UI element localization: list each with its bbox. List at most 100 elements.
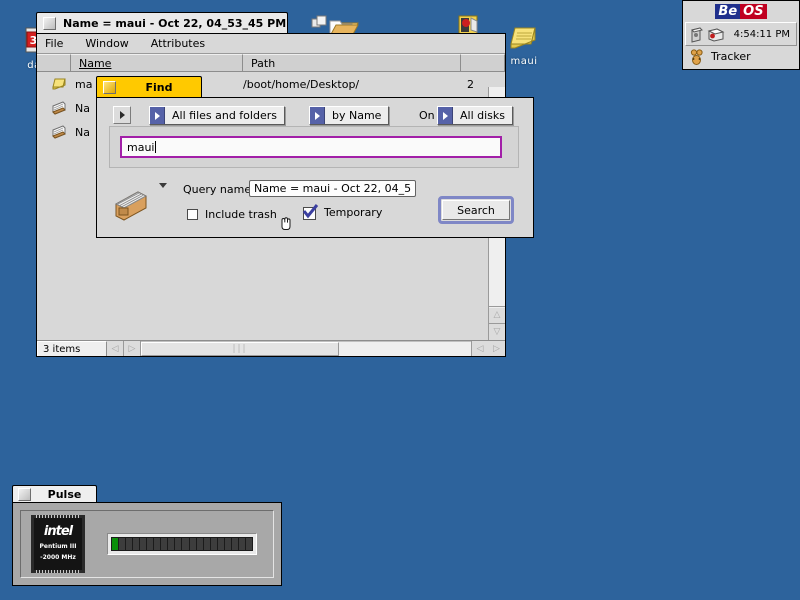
deskbar-app-label: Tracker <box>711 49 751 63</box>
window-close-icon[interactable] <box>18 487 31 501</box>
cpu-meter-segment <box>112 538 119 550</box>
search-field-group: maui <box>109 126 519 168</box>
hscroll-left-button[interactable]: ◁ <box>107 341 124 356</box>
tracker-title-tab[interactable]: Name = maui - Oct 22, 04_53_45 PM <box>36 12 288 33</box>
checkbox-box[interactable] <box>302 204 319 220</box>
row-name: ma <box>75 77 93 91</box>
scroll-up-button[interactable]: △ <box>489 306 505 324</box>
cpu-meter-segment <box>189 538 196 550</box>
volume-popup-label: All disks <box>460 109 506 122</box>
tracker-statusbar: 3 items ◁ ▷ ||| ◁ ▷ <box>37 340 505 356</box>
cpu-meter-segment <box>245 538 252 550</box>
horizontal-scrollbar[interactable]: ||| <box>141 341 471 356</box>
pulse-window[interactable]: Pulse intel Pentium III -2000 MHz <box>12 485 282 586</box>
checkbox-box[interactable] <box>187 209 198 220</box>
horizontal-scroll-thumb[interactable]: ||| <box>141 342 339 356</box>
cpu-meter-segment <box>161 538 168 550</box>
include-trash-checkbox[interactable]: Include trash <box>187 208 277 221</box>
search-input-value: maui <box>127 140 155 154</box>
cpu-meter-segment <box>217 538 224 550</box>
target-popup[interactable]: All files and folders <box>149 106 285 125</box>
zoom-icon <box>311 15 327 28</box>
cpu-model-label: Pentium III <box>39 543 77 550</box>
cpu-meter-segment <box>238 538 245 550</box>
tracker-column-headers[interactable]: Name Path <box>37 54 505 72</box>
column-header-icon[interactable] <box>37 54 71 71</box>
expander-toggle[interactable] <box>159 183 167 201</box>
cpu-usage-meter <box>107 533 257 555</box>
find-title-tab[interactable]: Find <box>96 76 202 97</box>
cpu-meter-bars <box>111 537 253 551</box>
volume-popup[interactable]: All disks <box>437 106 514 125</box>
find-titlebar[interactable]: Find <box>96 76 534 97</box>
column-header-name-label: Name <box>79 56 112 70</box>
beos-logo[interactable]: Be OS <box>683 1 799 22</box>
menu-window[interactable]: Window <box>85 37 128 50</box>
cpu-meter-segment <box>168 538 175 550</box>
tracker-titlebar[interactable]: Name = maui - Oct 22, 04_53_45 PM <box>36 12 506 33</box>
column-header-name[interactable]: Name <box>71 54 243 71</box>
cpu-meter-segment <box>182 538 189 550</box>
pulse-body: intel Pentium III -2000 MHz <box>12 502 282 586</box>
chevron-right-icon <box>438 107 453 124</box>
window-close-icon[interactable] <box>103 80 116 94</box>
include-trash-label: Include trash <box>205 208 277 221</box>
find-body: All files and folders by Name On All dis… <box>96 97 534 238</box>
query-name-input[interactable]: Name = maui - Oct 22, 04_5 <box>249 180 417 197</box>
pulse-title-tab[interactable]: Pulse <box>12 485 97 502</box>
chevron-right-icon <box>310 107 325 124</box>
search-input[interactable]: maui <box>120 136 502 158</box>
find-dialog[interactable]: Find All files and folders by Name On Al… <box>96 76 534 238</box>
query-box-icon <box>111 186 151 227</box>
row-name: Na <box>75 125 90 139</box>
document-icon <box>510 27 536 49</box>
deskbar-app-tracker[interactable]: Tracker <box>683 46 799 66</box>
cpu-speed-label: -2000 MHz <box>40 554 76 561</box>
chevron-right-icon <box>150 107 165 124</box>
cpu-meter-segment <box>119 538 126 550</box>
cpu-chip-icon: intel Pentium III -2000 MHz <box>31 515 85 573</box>
mouse-cursor <box>278 214 292 230</box>
hscroll-right-button-2[interactable]: ▷ <box>488 341 505 356</box>
temporary-checkbox[interactable]: Temporary <box>302 204 383 220</box>
on-label: On <box>419 109 435 122</box>
query-name-label: Query name: <box>183 183 255 196</box>
search-button[interactable]: Search <box>438 196 514 224</box>
checkmark-icon <box>302 204 319 219</box>
logo-be: Be <box>715 4 741 19</box>
document-icon <box>52 78 66 90</box>
cpu-vendor-label: intel <box>43 524 73 539</box>
cpu-meter-segment <box>231 538 238 550</box>
menu-file[interactable]: File <box>45 37 63 50</box>
window-close-icon[interactable] <box>43 16 56 30</box>
hscroll-left-button-2[interactable]: ◁ <box>471 341 488 356</box>
column-header-extra[interactable] <box>461 54 505 71</box>
find-mode-button[interactable] <box>113 106 131 124</box>
cpu-meter-segment <box>196 538 203 550</box>
cpu-meter-segment <box>140 538 147 550</box>
hscroll-right-button[interactable]: ▷ <box>124 341 141 356</box>
row-name: Na <box>75 101 90 115</box>
find-title: Find <box>145 80 173 94</box>
pulse-title: Pulse <box>47 487 82 501</box>
chevron-down-icon <box>159 183 167 201</box>
clock[interactable]: 4:54:11 PM <box>734 29 793 40</box>
method-popup[interactable]: by Name <box>309 106 390 125</box>
scroll-down-button[interactable]: ▽ <box>489 324 505 340</box>
cpu-meter-segment <box>126 538 133 550</box>
deskbar[interactable]: Be OS 4:54:11 PM Tracker <box>682 0 800 70</box>
column-header-path[interactable]: Path <box>243 54 461 71</box>
temporary-label: Temporary <box>324 206 383 219</box>
menu-attributes[interactable]: Attributes <box>151 37 205 50</box>
cpu-meter-segment <box>224 538 231 550</box>
tracker-menubar[interactable]: File Window Attributes <box>37 34 505 54</box>
mail-icon[interactable] <box>707 26 725 43</box>
text-caret <box>155 141 157 153</box>
tracker-zoom-button[interactable] <box>310 15 328 30</box>
item-count: 3 items <box>37 341 107 356</box>
column-header-path-label: Path <box>251 56 276 70</box>
target-popup-label: All files and folders <box>172 109 277 122</box>
deskbar-tray[interactable]: 4:54:11 PM <box>685 22 797 46</box>
tracker-icon <box>690 48 703 65</box>
volume-icon[interactable] <box>689 26 705 43</box>
